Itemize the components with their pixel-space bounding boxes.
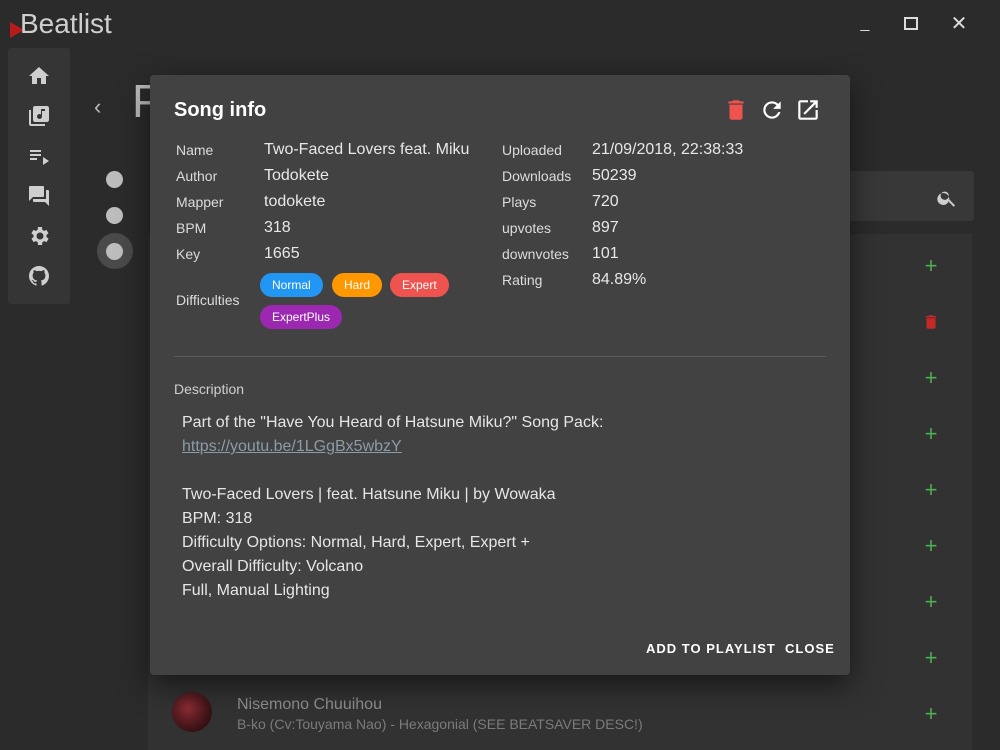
description-line: Part of the "Have You Heard of Hatsune M…: [182, 414, 604, 431]
description-line: BPM: 318: [182, 510, 253, 527]
downloads-label: Downloads: [502, 168, 572, 184]
add-icon[interactable]: +: [922, 423, 940, 445]
upvotes-value: 897: [592, 219, 619, 236]
description-label: Description: [174, 381, 245, 397]
uploaded-value: 21/09/2018, 22:38:33: [592, 141, 744, 158]
description-link[interactable]: https://youtu.be/1LGgBx5wbzY: [182, 438, 402, 456]
plays-label: Plays: [502, 194, 537, 210]
radio-option[interactable]: [106, 171, 123, 188]
maximize-icon: [904, 17, 918, 31]
app-title: Beatlist: [20, 8, 112, 39]
add-icon[interactable]: +: [922, 367, 940, 389]
github-icon[interactable]: [27, 264, 51, 288]
add-icon[interactable]: +: [922, 703, 940, 725]
search-icon[interactable]: [936, 187, 958, 209]
radio-option[interactable]: [106, 207, 123, 224]
add-icon[interactable]: +: [922, 479, 940, 501]
difficulty-chip-hard: Hard: [332, 273, 383, 297]
name-label: Name: [176, 142, 214, 158]
maximize-button[interactable]: [898, 12, 924, 36]
rating-value: 84.89%: [592, 271, 647, 288]
difficulty-chip-expertplus: ExpertPlus: [260, 305, 343, 329]
add-to-playlist-button[interactable]: ADD TO PLAYLIST: [646, 641, 776, 656]
key-label: Key: [176, 246, 201, 262]
side-nav: [8, 48, 70, 304]
delete-icon[interactable]: [723, 97, 749, 123]
song-cover-image: [172, 692, 212, 732]
close-window-button[interactable]: ✕: [946, 12, 972, 36]
library-music-icon[interactable]: [27, 104, 51, 128]
plays-value: 720: [592, 193, 619, 210]
settings-gear-icon[interactable]: [27, 224, 51, 248]
downvotes-label: downvotes: [502, 246, 569, 262]
radio-option-selected[interactable]: [106, 243, 123, 260]
description-line: Full, Manual Lighting: [182, 582, 330, 599]
mapper-label: Mapper: [176, 194, 224, 210]
search-bar[interactable]: [848, 171, 974, 221]
back-arrow-icon[interactable]: ‹: [94, 94, 101, 120]
bpm-label: BPM: [176, 220, 207, 236]
delete-icon[interactable]: [922, 312, 940, 332]
bpm-value: 318: [264, 219, 291, 236]
name-value: Two-Faced Lovers feat. Miku: [264, 141, 470, 158]
difficulty-chip-normal: Normal: [260, 273, 323, 297]
song-info-dialog: Song info Name Two-Faced Lovers feat. Mi…: [150, 75, 850, 675]
playlist-icon[interactable]: [27, 144, 51, 168]
upvotes-label: upvotes: [502, 220, 552, 236]
rating-label: Rating: [502, 272, 543, 288]
title-bar: Beatlist _ ✕: [0, 0, 1000, 48]
key-value: 1665: [264, 245, 300, 262]
open-external-icon[interactable]: [795, 97, 821, 123]
home-icon[interactable]: [27, 64, 51, 88]
difficulties-label: Difficulties: [176, 292, 240, 308]
song-subtitle: B-ko (Cv:Touyama Nao) - Hexagonial (SEE …: [237, 716, 643, 732]
add-icon[interactable]: +: [922, 591, 940, 613]
forum-icon[interactable]: [27, 184, 51, 208]
close-dialog-button[interactable]: CLOSE: [785, 641, 835, 656]
add-icon[interactable]: +: [922, 535, 940, 557]
minimize-button[interactable]: _: [852, 12, 878, 36]
difficulty-chip-expert: Expert: [390, 273, 449, 297]
add-icon[interactable]: +: [922, 255, 940, 277]
author-value: Todokete: [264, 167, 329, 184]
description-line: Difficulty Options: Normal, Hard, Expert…: [182, 534, 530, 551]
downvotes-value: 101: [592, 245, 619, 262]
downloads-value: 50239: [592, 167, 637, 184]
divider: [174, 356, 826, 357]
song-title: Nisemono Chuuihou: [237, 696, 382, 713]
mapper-value: todokete: [264, 193, 326, 210]
description-line: Overall Difficulty: Volcano: [182, 558, 364, 575]
uploaded-label: Uploaded: [502, 142, 562, 158]
dialog-title: Song info: [174, 99, 267, 121]
add-icon[interactable]: +: [922, 647, 940, 669]
refresh-icon[interactable]: [759, 97, 785, 123]
description-line: Two-Faced Lovers | feat. Hatsune Miku | …: [182, 486, 556, 503]
author-label: Author: [176, 168, 218, 184]
